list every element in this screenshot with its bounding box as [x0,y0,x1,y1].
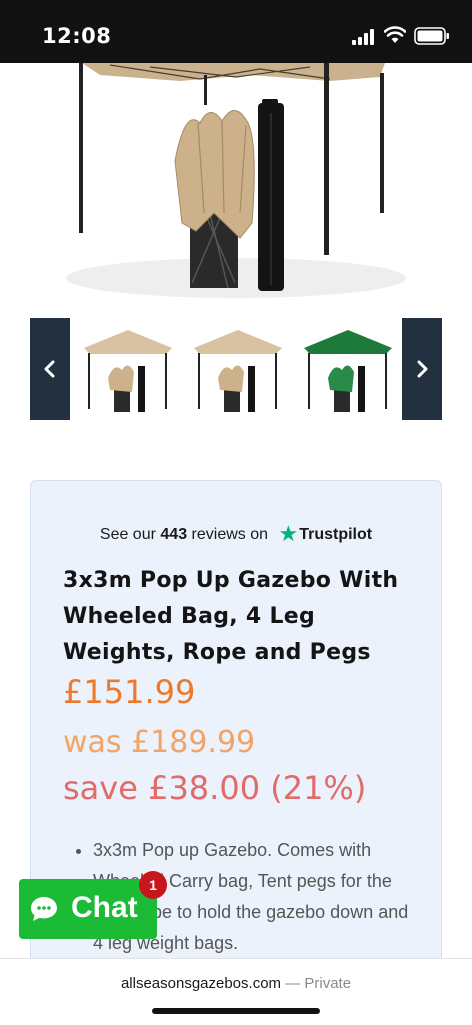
carousel-prev-button[interactable] [30,318,70,420]
trustpilot-brand: Trustpilot [299,526,373,543]
current-price: £151.99 [63,673,196,711]
chat-button[interactable]: Chat [19,879,157,939]
url-domain: allseasonsgazebos.com [120,975,282,992]
carousel-next-button[interactable] [402,318,442,420]
trustpilot-widget[interactable]: See our 443 reviews on ★Trustpilot [31,521,441,547]
was-price: was £189.99 [63,725,256,760]
thumbnail-beige-gazebo[interactable] [80,326,176,416]
home-indicator[interactable] [152,1008,320,1014]
trustpilot-suffix: reviews on [191,526,269,543]
cellular-signal-icon [352,29,374,45]
savings: save £38.00 (21%) [63,769,367,807]
chat-label: Chat [71,891,138,924]
hero-product-image[interactable] [0,63,472,313]
thumbnail-carousel [30,318,442,420]
wifi-icon [384,26,406,43]
status-bar: 12:08 [0,0,472,63]
browser-url-bar[interactable]: allseasonsgazebos.com — Private [0,958,472,1025]
product-title: 3x3m Pop Up Gazebo With Wheeled Bag, 4 L… [63,568,399,665]
battery-icon [414,27,449,45]
url-separator: — [285,975,301,992]
status-time: 12:08 [42,24,112,48]
chat-notification-badge: 1 [139,871,167,899]
thumbnail-beige-gazebo[interactable] [190,326,286,416]
thumbnail-green-gazebo[interactable] [300,326,396,416]
url-display[interactable]: allseasonsgazebos.com — Private [0,975,472,992]
chevron-left-icon [44,360,55,378]
trustpilot-star-icon: ★ [278,521,299,546]
gazebo-photo [66,63,406,298]
trustpilot-prefix: See our [99,526,156,543]
review-count: 443 [160,526,188,543]
private-mode-label: Private [304,975,352,992]
chat-bubble-icon [31,897,57,921]
chevron-right-icon [417,360,428,378]
